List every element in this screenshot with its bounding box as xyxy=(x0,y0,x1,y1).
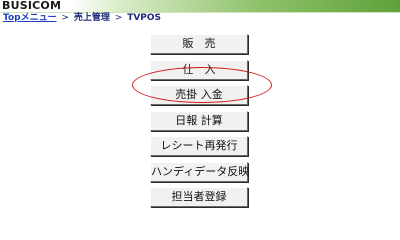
breadcrumb-separator: > xyxy=(61,13,69,23)
receivable-payment-button[interactable]: 売掛 入金 xyxy=(150,85,248,105)
menu-button-list: 販 売 仕 入 売掛 入金 日報 計算 レシート再発行 ハンディデータ反映 担当… xyxy=(150,34,249,213)
breadcrumb: Topメニュー > 売上管理 > TVPOS xyxy=(3,13,161,24)
sales-button[interactable]: 販 売 xyxy=(150,34,248,54)
handy-data-import-button[interactable]: ハンディデータ反映 xyxy=(150,161,249,182)
breadcrumb-sales-management: 売上管理 xyxy=(73,13,110,23)
staff-registration-button[interactable]: 担当者登録 xyxy=(150,187,248,207)
daily-report-calculation-button[interactable]: 日報 計算 xyxy=(150,110,248,131)
busicom-logo: BUSICOM xyxy=(2,0,62,12)
purchase-button[interactable]: 仕 入 xyxy=(150,59,248,80)
breadcrumb-separator: > xyxy=(114,13,123,23)
breadcrumb-tvpos: TVPOS xyxy=(127,13,162,23)
header-bar: BUSICOM xyxy=(0,0,400,12)
breadcrumb-top-menu-link[interactable]: Topメニュー xyxy=(3,13,57,23)
receipt-reissue-button[interactable]: レシート再発行 xyxy=(150,136,248,156)
